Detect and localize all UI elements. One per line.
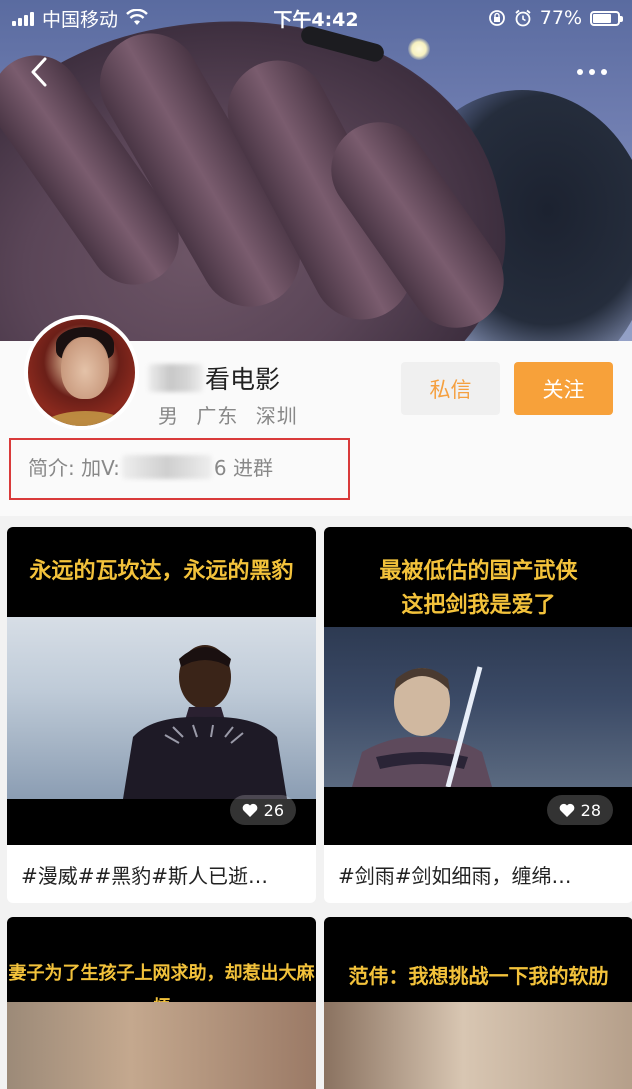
like-count: 26 [263,800,284,820]
intro-suffix: 6 进群 [213,456,273,480]
profile-name-text: 看电影 [205,365,281,394]
battery-percent: 77% [539,7,582,29]
intro-prefix: 简介: 加V: [28,456,120,480]
video-thumbnail[interactable]: 妻子为了生孩子上网求助，却惹出大麻烦 [7,917,316,1089]
carrier-label: 中国移动 [42,8,119,31]
avatar[interactable] [24,315,139,430]
video-card[interactable]: 范伟：我想挑战一下我的软肋 [324,917,632,1089]
status-bar: 中国移动 下午4:42 77% [0,0,632,36]
video-thumbnail[interactable]: 永远的瓦坎达，永远的黑豹 26 [7,527,316,845]
video-card[interactable]: 最被低估的国产武侠 这把剑我是爱了 28 #剑雨#剑如细雨，缠绵… [324,527,632,903]
like-count-badge: 28 [546,795,613,825]
heart-icon [559,803,574,817]
wifi-icon [126,9,148,25]
video-card[interactable]: 妻子为了生孩子上网求助，却惹出大麻烦 [7,917,316,1089]
rotation-lock-icon [488,10,505,26]
video-thumbnail[interactable]: 最被低估的国产武侠 这把剑我是爱了 28 [324,527,632,845]
video-title[interactable]: #漫威##黑豹#斯人已逝… [7,845,316,903]
profile-province: 广东 [196,404,239,428]
profile-intro: 简介: 加V: 6 进群 [28,452,273,481]
back-button[interactable] [22,52,56,92]
more-dots-icon [577,69,583,75]
header-banner [0,0,632,350]
video-thumbnail[interactable]: 范伟：我想挑战一下我的软肋 [324,917,632,1089]
video-image [324,627,632,787]
profile-name: 看电影 [148,360,280,396]
video-image [7,617,316,799]
name-redacted [148,364,203,392]
video-caption: 永远的瓦坎达，永远的黑豹 [29,559,294,584]
video-image [7,1002,316,1089]
like-count-badge: 26 [229,795,296,825]
battery-icon [590,10,623,26]
follow-button[interactable]: 关注 [514,362,613,415]
video-caption: 范伟：我想挑战一下我的软肋 [348,964,609,988]
signal-icon [12,10,34,26]
video-caption: 最被低估的国产武侠 这把剑我是爱了 [379,559,578,618]
more-options-button[interactable] [572,60,612,84]
back-chevron-icon [31,57,47,87]
video-image [324,1002,632,1089]
profile-meta: 男 广东 深圳 [158,400,308,429]
banner-firefly-glow [408,38,430,60]
like-count: 28 [580,800,601,820]
message-button[interactable]: 私信 [401,362,500,415]
video-card[interactable]: 永远的瓦坎达，永远的黑豹 26 #漫威##黑豹#斯人已逝… [7,527,316,903]
profile-city: 深圳 [255,404,298,428]
video-title[interactable]: #剑雨#剑如细雨，缠绵… [324,845,632,903]
profile-gender: 男 [158,404,179,428]
alarm-icon [515,9,531,27]
intro-redacted [121,454,212,479]
heart-icon [242,803,257,817]
